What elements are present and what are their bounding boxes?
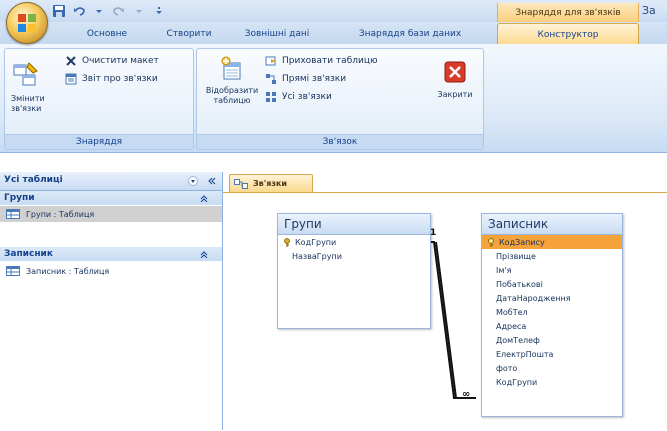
direct-relations-button[interactable]: Прямі зв'язки <box>265 73 346 85</box>
relation-many-label: ∞ <box>462 389 471 400</box>
table-title[interactable]: Групи <box>278 214 430 235</box>
tab-database-tools[interactable]: Знаряддя бази даних <box>340 25 480 43</box>
edit-relations-icon <box>13 62 38 86</box>
field-row[interactable]: НазваГрупи <box>278 249 430 263</box>
hide-table-icon <box>265 56 276 66</box>
field-name: КодГрупи <box>295 237 337 247</box>
table-title[interactable]: Записник <box>482 214 622 235</box>
edit-relations-button[interactable]: Змінити зв'язки <box>11 61 59 114</box>
window-title: За <box>642 4 656 17</box>
field-row[interactable]: ДатаНародження <box>482 291 622 305</box>
field-row[interactable]: Прізвище <box>482 249 622 263</box>
notebook-table-box[interactable]: Записник КодЗапису Прізвище Ім'я Побатьк… <box>481 213 623 417</box>
nav-group-header-notebook[interactable]: Записник <box>0 247 222 261</box>
nav-header-label: Усі таблиці <box>4 175 63 185</box>
navigation-pane-header[interactable]: Усі таблиці <box>0 172 222 191</box>
direct-relations-label: Прямі зв'язки <box>282 74 347 84</box>
field-row[interactable]: Побатькові <box>482 277 622 291</box>
dropdown-arrow-icon[interactable] <box>188 176 198 186</box>
relations-report-label: Звіт про зв'язки <box>82 74 158 84</box>
show-table-label: Відобразити таблицю <box>205 86 259 105</box>
groups-table-box[interactable]: Групи КодГрупи НазваГрупи <box>277 213 431 329</box>
table-icon <box>6 266 20 276</box>
relations-icon <box>234 178 248 189</box>
dropdown-arrow-icon[interactable] <box>132 4 146 18</box>
field-row[interactable]: КодГрупи <box>278 235 430 249</box>
context-tools-title: Знаряддя для зв'язків <box>497 3 639 22</box>
field-row-selected[interactable]: КодЗапису <box>482 235 622 249</box>
field-row[interactable]: Адреса <box>482 319 622 333</box>
report-icon <box>65 73 77 85</box>
quick-access-toolbar <box>52 3 166 19</box>
table-icon <box>6 209 20 219</box>
all-relations-label: Усі зв'язки <box>282 92 332 102</box>
relations-document-tab[interactable]: Зв'язки <box>229 174 313 192</box>
field-row[interactable]: ЕлектрПошта <box>482 347 622 361</box>
show-table-icon <box>221 56 241 80</box>
undo-icon[interactable] <box>72 4 86 18</box>
customize-toolbar-icon[interactable] <box>152 4 166 18</box>
relation-group-label: Зв'язок <box>197 134 483 149</box>
tools-group-label: Знаряддя <box>5 134 193 149</box>
field-row[interactable]: Ім'я <box>482 263 622 277</box>
clear-layout-label: Очистити макет <box>82 56 159 66</box>
document-tab-label: Зв'язки <box>253 179 288 188</box>
all-relations-button[interactable]: Усі зв'язки <box>265 91 332 103</box>
nav-group-header-groups[interactable]: Групи <box>0 191 222 205</box>
hide-table-button[interactable]: Приховати таблицю <box>265 55 378 67</box>
field-name: КодЗапису <box>499 237 545 247</box>
close-x-icon <box>66 56 76 66</box>
field-row[interactable]: ДомТелеф <box>482 333 622 347</box>
close-relations-button[interactable]: Закрити <box>433 61 477 100</box>
tools-group: Змінити зв'язки Очистити макет Звіт про … <box>4 48 194 150</box>
field-row[interactable]: МобТел <box>482 305 622 319</box>
tab-create[interactable]: Створити <box>156 25 222 43</box>
direct-relations-icon <box>266 74 276 84</box>
save-icon[interactable] <box>52 4 66 18</box>
show-table-button[interactable]: Відобразити таблицю <box>203 55 261 106</box>
nav-item-label: Записник : Таблиця <box>26 266 110 276</box>
office-button[interactable] <box>6 2 48 44</box>
field-row[interactable]: фото <box>482 361 622 375</box>
relations-report-button[interactable]: Звіт про зв'язки <box>65 73 158 85</box>
primary-key-icon <box>284 237 290 247</box>
nav-group-name: Групи <box>4 193 35 203</box>
nav-group-name: Записник <box>4 249 53 259</box>
dropdown-arrow-icon[interactable] <box>92 4 106 18</box>
close-label: Закрити <box>437 90 473 99</box>
tab-external-data[interactable]: Зовнішні дані <box>234 25 320 43</box>
nav-item-label: Групи : Таблиця <box>26 209 95 219</box>
office-logo-icon <box>18 14 36 32</box>
all-relations-icon <box>266 92 276 102</box>
tab-constructor[interactable]: Конструктор <box>497 23 639 45</box>
redo-icon[interactable] <box>112 4 126 18</box>
edit-relations-label: Змінити зв'язки <box>11 94 45 113</box>
tab-home[interactable]: Основне <box>72 25 142 43</box>
chevron-up-icon[interactable] <box>200 250 208 258</box>
chevron-up-icon[interactable] <box>200 194 208 202</box>
hide-table-label: Приховати таблицю <box>282 56 378 66</box>
field-row[interactable]: КодГрупи <box>482 375 622 389</box>
collapse-pane-icon[interactable] <box>206 176 216 186</box>
close-red-icon <box>444 61 466 83</box>
clear-layout-button[interactable]: Очистити макет <box>65 55 159 67</box>
nav-item-groups-table[interactable]: Групи : Таблиця <box>0 206 222 222</box>
relation-group: Відобразити таблицю Приховати таблицю Пр… <box>196 48 484 150</box>
primary-key-icon <box>488 237 494 247</box>
nav-item-notebook-table[interactable]: Записник : Таблиця <box>0 263 222 279</box>
